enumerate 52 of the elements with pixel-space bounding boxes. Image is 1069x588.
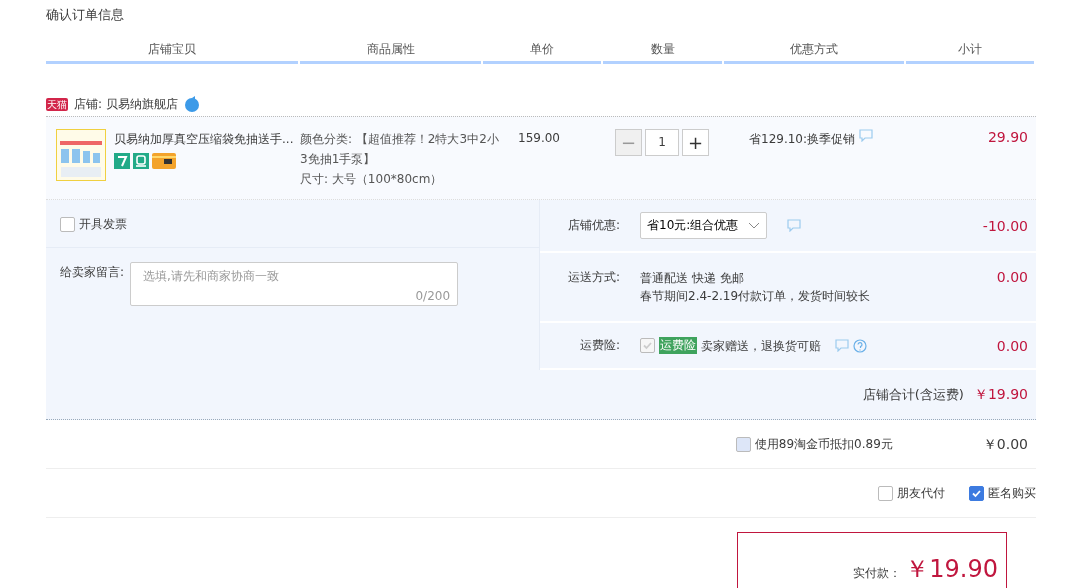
column-header: 优惠方式 [724, 40, 904, 64]
insurance-text: 卖家赠送，退换货可赔 [701, 337, 821, 355]
coins-amount: ￥0.00 [982, 435, 1028, 454]
option-checkbox[interactable] [878, 485, 893, 501]
shop-discount-label: 店铺优惠: [566, 217, 620, 234]
message-label: 给卖家留言: [60, 264, 125, 281]
discount-dropdown[interactable]: 省10元:组合优惠 [640, 212, 768, 239]
item-subtotal: 29.90 [986, 129, 1029, 147]
shop-name[interactable]: 店铺: 贝易纳旗舰店 [74, 94, 178, 114]
shipping-label: 运送方式: [566, 269, 620, 286]
shipping-amount: 0.00 [996, 269, 1028, 285]
chat-icon[interactable] [859, 129, 874, 142]
option-checkbox[interactable] [969, 485, 984, 501]
chat-icon[interactable] [835, 339, 849, 352]
help-icon[interactable] [853, 338, 867, 353]
insurance-label: 运费险: [578, 337, 620, 354]
chat-icon[interactable] [787, 219, 802, 232]
column-header: 店铺宝贝 [46, 40, 298, 64]
quantity-field[interactable]: 1 [645, 129, 679, 156]
invoice-checkbox[interactable] [60, 216, 75, 232]
increase-button[interactable]: + [682, 129, 709, 156]
option-label: 朋友代付 [897, 485, 945, 502]
store-badge: 天猫 [46, 97, 68, 111]
chat-bubble-icon[interactable] [183, 96, 200, 112]
discount-amount: -10.00 [982, 217, 1028, 234]
column-header: 单价 [483, 40, 601, 64]
coins-checkbox[interactable] [735, 436, 751, 452]
coins-label: 使用89淘金币抵扣0.89元 [754, 436, 893, 453]
option-label: 匿名购买 [988, 485, 1036, 502]
item-attribute: 尺寸: 大号（100*80cm） [300, 171, 444, 188]
column-header: 商品属性 [300, 40, 481, 64]
shop-total-amount: ￥19.90 [973, 385, 1028, 404]
shop-total-label: 店铺合计(含运费) [862, 385, 964, 404]
character-counter: 0/200 [415, 289, 451, 303]
column-header: 数量 [603, 40, 722, 64]
invoice-label: 开具发票 [79, 216, 127, 233]
shipping-info: 普通配送 快递 免邮 [640, 270, 744, 287]
chevron-down-icon [748, 221, 761, 230]
checkmark-icon [642, 340, 653, 351]
item-title[interactable]: 贝易纳加厚真空压缩袋免抽送手... [114, 129, 294, 149]
item-attribute: 颜色分类: 【超值推荐！2特大3中2小3免抽1手泵】 [300, 131, 500, 168]
shipping-info: 春节期间2.4-2.19付款订单，发货时间较长 [640, 288, 871, 305]
page-title: 确认订单信息 [46, 6, 125, 24]
insurance-tag: 运费险 [659, 337, 697, 354]
unit-price: 159.00 [517, 130, 561, 147]
insurance-amount: 0.00 [996, 337, 1028, 354]
column-header: 小计 [906, 40, 1034, 64]
payment-label: 实付款： [853, 565, 902, 582]
seven-day-return-icon [114, 153, 130, 169]
promotion-text: 省129.10:换季促销 [749, 131, 856, 148]
card-icon [152, 153, 176, 169]
payment-amount: ￥19.90 [905, 555, 998, 583]
